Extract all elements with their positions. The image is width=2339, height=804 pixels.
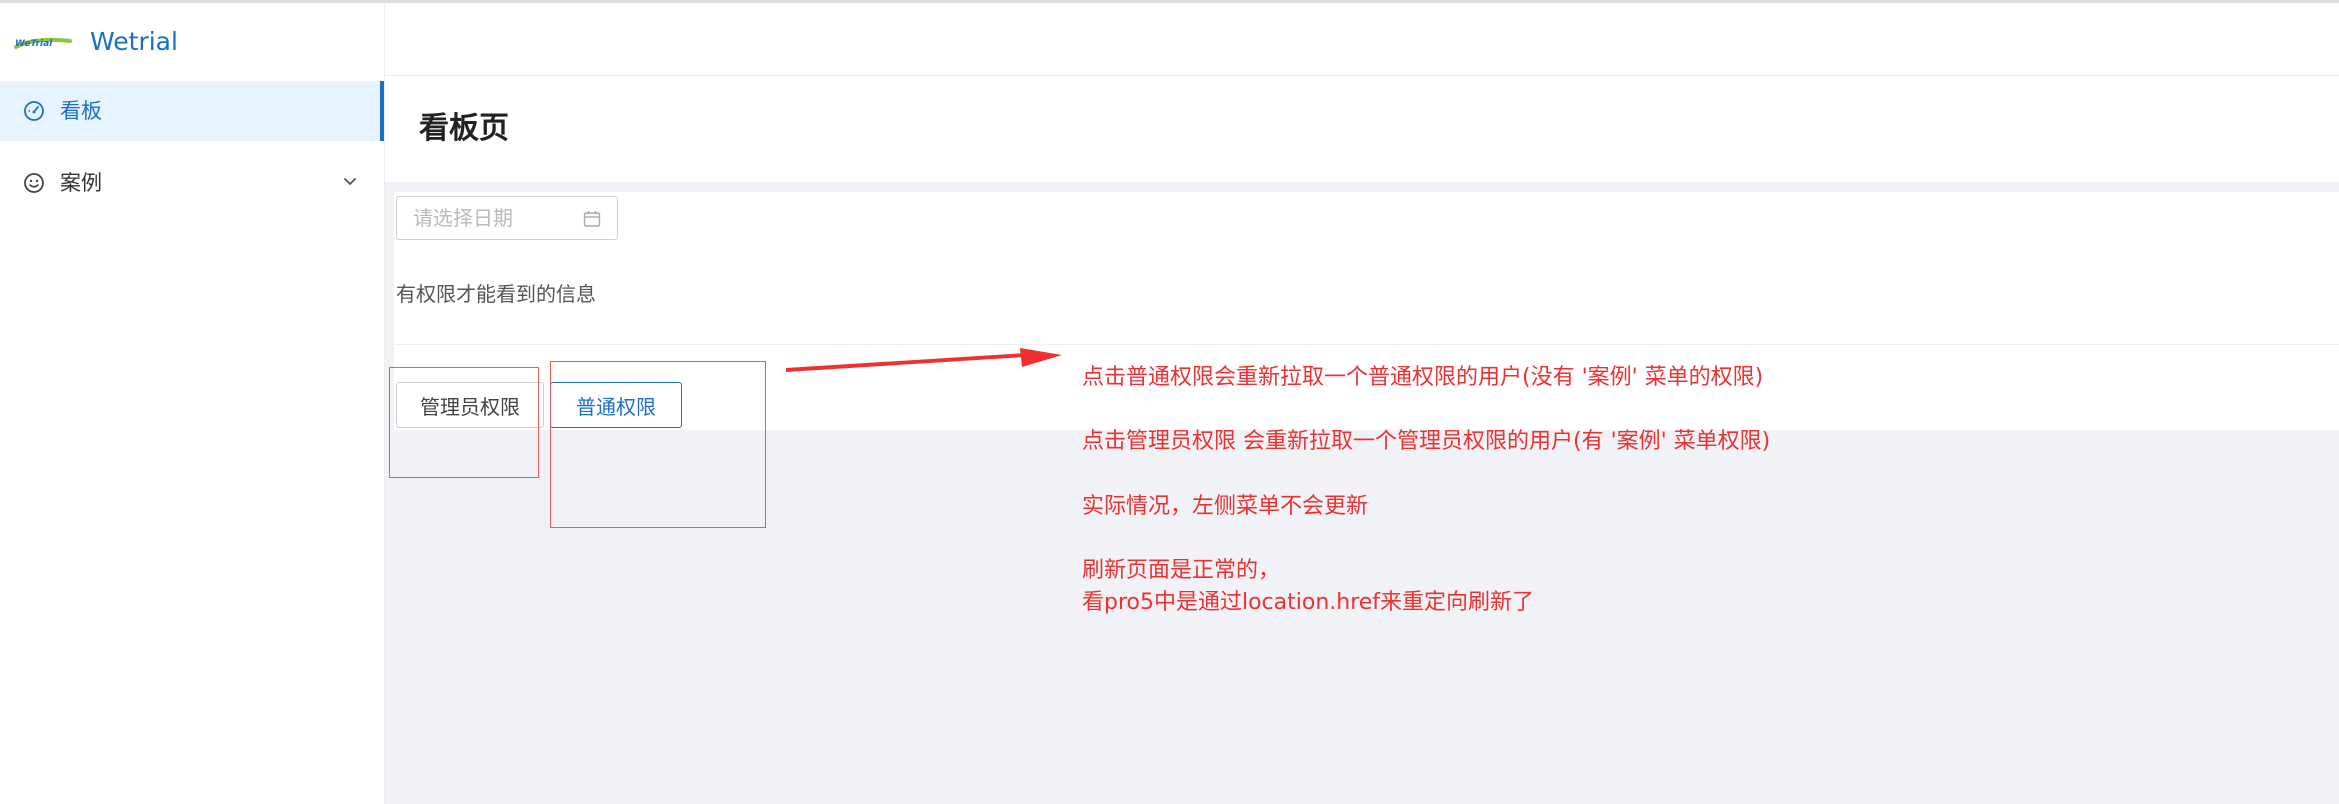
annotation-text-line5: 看pro5中是通过location.href来重定向刷新了 <box>1082 590 1535 615</box>
sidebar-item-label: 看板 <box>60 99 102 123</box>
page-title: 看板页 <box>419 111 509 146</box>
annotation-text-line2: 点击管理员权限 会重新拉取一个管理员权限的用户(有 '案例' 菜单权限) <box>1082 429 1771 454</box>
annotation-box-admin <box>389 367 539 478</box>
logo-row[interactable]: WeTrial Wetrial <box>0 3 384 79</box>
date-input[interactable] <box>413 203 583 233</box>
app-title: Wetrial <box>90 27 178 56</box>
sidebar-item-cases[interactable]: 案例 <box>0 153 384 213</box>
annotation-text-line3: 实际情况，左侧菜单不会更新 <box>1082 494 1369 519</box>
chevron-down-icon[interactable] <box>342 173 358 189</box>
calendar-icon[interactable] <box>583 210 601 228</box>
svg-text:WeTrial: WeTrial <box>15 39 53 49</box>
sidebar: WeTrial Wetrial 看板 案例 <box>0 3 385 804</box>
dashboard-icon <box>24 101 44 121</box>
date-picker[interactable] <box>396 196 618 240</box>
logo-icon: WeTrial <box>14 37 72 49</box>
sidebar-item-label: 案例 <box>60 171 102 195</box>
sidebar-item-dashboard[interactable]: 看板 <box>0 81 384 141</box>
smile-icon <box>24 173 44 193</box>
annotation-arrow <box>786 348 1062 372</box>
annotation-box-normal <box>550 361 766 528</box>
annotation-text-line4: 刷新页面是正常的， <box>1082 558 1281 583</box>
divider <box>394 344 2339 345</box>
page-header: 看板页 <box>385 76 2339 182</box>
permission-info-text: 有权限才能看到的信息 <box>396 282 596 306</box>
annotation-text-line1: 点击普通权限会重新拉取一个普通权限的用户(没有 '案例' 菜单的权限) <box>1082 365 1764 390</box>
top-header-bar <box>385 3 2339 76</box>
